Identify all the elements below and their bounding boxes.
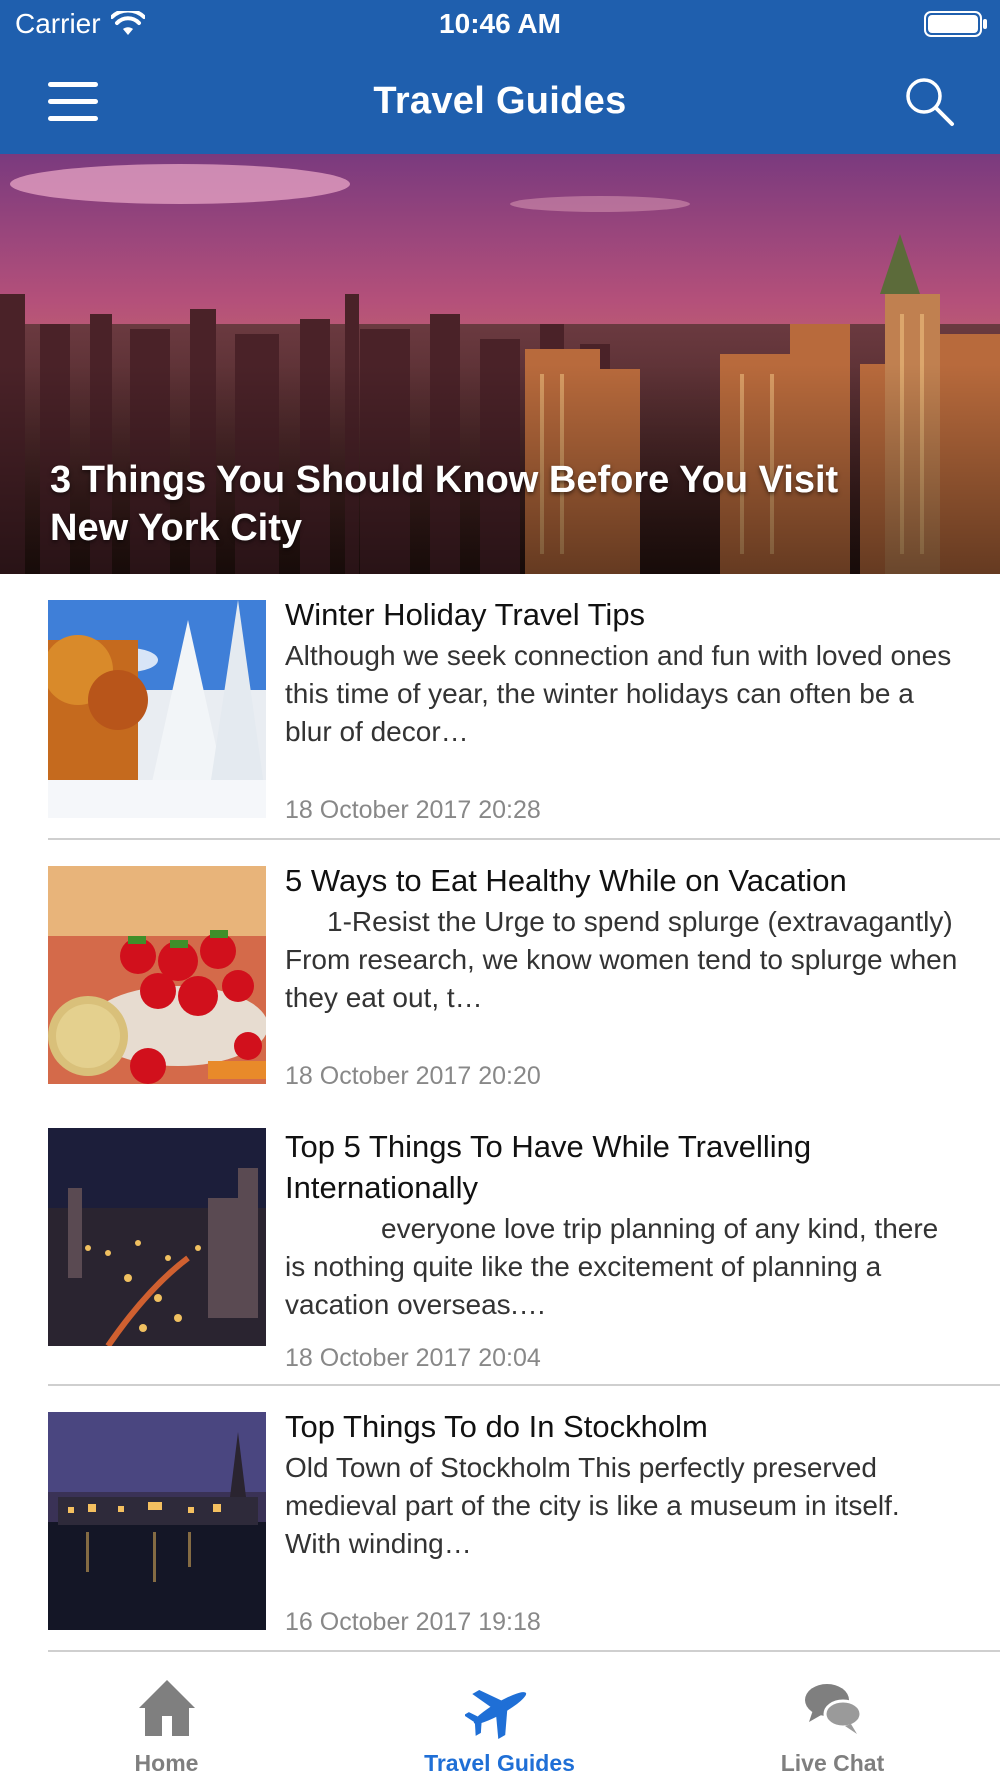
status-bar: Carrier 10:46 AM	[0, 0, 1000, 50]
article-list: Winter Holiday Travel Tips Although we s…	[0, 574, 1000, 1652]
hero-featured-article[interactable]: 3 Things You Should Know Before You Visi…	[0, 154, 1000, 574]
tab-label: Live Chat	[780, 1750, 885, 1776]
airplane-icon	[464, 1689, 526, 1740]
nav-bar: Travel Guides	[0, 50, 1000, 154]
list-item[interactable]: Top 5 Things To Have While Travelling In…	[0, 1106, 1000, 1386]
battery-icon	[924, 11, 987, 37]
article-text: Top 5 Things To Have While Travelling In…	[285, 1126, 960, 1324]
article-thumbnail-winter	[48, 600, 266, 818]
article-text: 5 Ways to Eat Healthy While on Vacation …	[285, 860, 960, 1017]
article-excerpt: everyone love trip planning of any kind,…	[285, 1213, 939, 1320]
article-thumbnail-stockholm	[48, 1412, 266, 1630]
article-title: Top 5 Things To Have While Travelling In…	[285, 1129, 812, 1205]
page-title: Travel Guides	[373, 80, 627, 122]
tab-bar: Home Travel Guides Live Chat	[0, 1652, 1000, 1778]
article-excerpt: 1-Resist the Urge to spend splurge (extr…	[285, 906, 958, 1013]
tab-live-chat[interactable]: Live Chat	[666, 1652, 999, 1778]
status-time: 10:46 AM	[439, 8, 561, 39]
tab-label: Travel Guides	[424, 1750, 575, 1776]
tab-travel-guides[interactable]: Travel Guides	[333, 1652, 666, 1778]
article-text: Top Things To do In Stockholm Old Town o…	[285, 1406, 960, 1563]
article-thumbnail-london	[48, 1128, 266, 1346]
article-date: 18 October 2017 20:28	[285, 796, 541, 824]
article-thumbnail-fruit	[48, 866, 266, 1084]
list-item[interactable]: Winter Holiday Travel Tips Although we s…	[0, 574, 1000, 840]
hero-title: 3 Things You Should Know Before You Visi…	[50, 459, 839, 549]
chat-bubbles-icon	[804, 1684, 862, 1734]
tab-home[interactable]: Home	[0, 1652, 333, 1778]
article-excerpt: Although we seek connection and fun with…	[285, 640, 952, 747]
article-date: 16 October 2017 19:18	[285, 1608, 541, 1636]
article-title: Winter Holiday Travel Tips	[285, 597, 646, 632]
article-date: 18 October 2017 20:20	[285, 1062, 541, 1090]
list-item[interactable]: 5 Ways to Eat Healthy While on Vacation …	[0, 840, 1000, 1106]
tab-label: Home	[134, 1750, 199, 1776]
article-excerpt: Old Town of Stockholm This perfectly pre…	[285, 1452, 900, 1559]
header: Carrier 10:46 AM Travel Guides	[0, 0, 1000, 154]
article-title: 5 Ways to Eat Healthy While on Vacation	[285, 863, 847, 898]
home-icon	[138, 1680, 195, 1736]
search-icon[interactable]	[902, 74, 956, 128]
article-title: Top Things To do In Stockholm	[285, 1409, 708, 1444]
article-date: 18 October 2017 20:04	[285, 1344, 541, 1372]
list-item[interactable]: Top Things To do In Stockholm Old Town o…	[0, 1386, 1000, 1652]
article-text: Winter Holiday Travel Tips Although we s…	[285, 594, 960, 751]
